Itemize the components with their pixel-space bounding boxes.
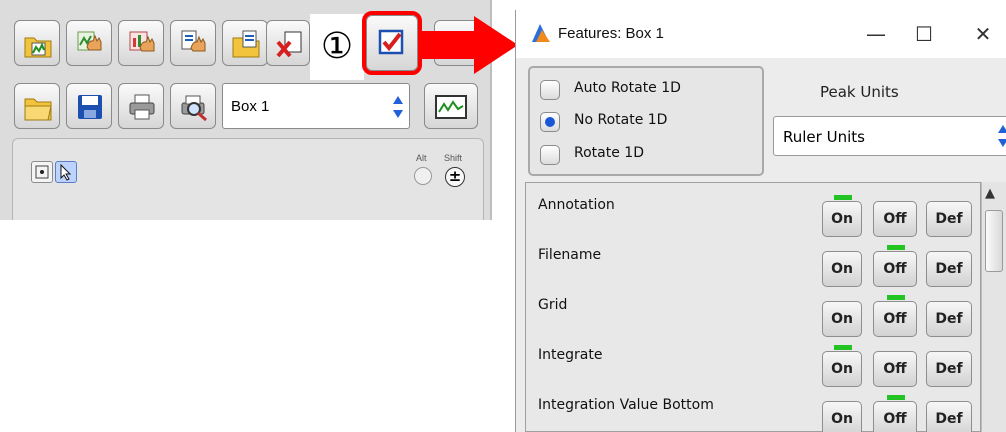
print-preview-button[interactable]	[170, 83, 216, 129]
state-indicator-led	[834, 195, 852, 200]
alt-label: Alt	[416, 153, 427, 163]
close-spectrum-icon	[276, 31, 302, 58]
feature-name: Filename	[538, 247, 602, 263]
on-button[interactable]: On	[822, 401, 862, 432]
feature-row-filename: Filename On Off Def	[526, 233, 982, 287]
state-indicator-led	[887, 395, 905, 400]
spectrum-view-button[interactable]	[424, 83, 478, 129]
def-button[interactable]: Def	[926, 351, 972, 387]
state-indicator-led	[887, 245, 905, 250]
radio-auto-rotate-label: Auto Rotate 1D	[574, 80, 681, 96]
dot-square-icon	[35, 165, 49, 179]
features-list: Annotation On Off Def Filename On Off Def Grid On…	[525, 182, 981, 432]
feature-row-grid: Grid On Off Def	[526, 283, 982, 337]
scroll-thumb[interactable]	[985, 210, 1003, 272]
def-button[interactable]: Def	[926, 401, 972, 432]
radio-auto-rotate[interactable]	[540, 80, 560, 100]
off-button[interactable]: Off	[873, 251, 917, 287]
radio-no-rotate[interactable]	[540, 112, 560, 132]
open-folder-icon	[24, 98, 52, 121]
on-button[interactable]: On	[822, 251, 862, 287]
state-indicator-led	[834, 345, 852, 350]
hand-multi-icon	[129, 31, 155, 52]
close-button[interactable]: ✕	[966, 18, 1000, 50]
radio-no-rotate-label: No Rotate 1D	[574, 112, 668, 128]
feature-row-annotation: Annotation On Off Def	[526, 183, 982, 237]
state-indicator-led	[887, 295, 905, 300]
off-button[interactable]: Off	[873, 201, 917, 237]
step-number-badge: ①	[310, 14, 364, 80]
spectrum-window-icon	[435, 95, 467, 119]
feature-name: Integration Value Bottom	[538, 397, 714, 413]
rotate-options-group: Auto Rotate 1D No Rotate 1D Rotate 1D	[528, 66, 764, 176]
on-button[interactable]: On	[822, 351, 862, 387]
save-disk-icon	[78, 95, 102, 119]
features-scrollbar[interactable]: ▲	[981, 182, 1006, 432]
radio-rotate-label: Rotate 1D	[574, 145, 644, 161]
highlight-box	[362, 11, 422, 75]
feature-name: Grid	[538, 297, 568, 313]
callout-arrow-icon	[418, 16, 518, 74]
off-button[interactable]: Off	[873, 401, 917, 432]
window-titlebar[interactable]: Features: Box 1 — ☐ ✕	[516, 10, 1006, 58]
save-button[interactable]	[66, 83, 112, 129]
open-folder-button[interactable]	[14, 83, 60, 129]
maximize-button[interactable]: ☐	[907, 18, 941, 50]
scroll-up-arrow-icon[interactable]: ▲	[985, 186, 995, 201]
print-icon	[129, 94, 155, 120]
shift-label: Shift	[444, 153, 463, 163]
peak-units-value: Ruler Units	[783, 128, 865, 146]
up-down-arrows-icon[interactable]	[996, 121, 1006, 151]
off-button[interactable]: Off	[873, 351, 917, 387]
on-button[interactable]: On	[822, 301, 862, 337]
features-window: Features: Box 1 — ☐ ✕ Auto Rotate 1D No …	[515, 10, 1006, 432]
peak-units-select[interactable]: Ruler Units	[773, 116, 1006, 156]
close-spectrum-button[interactable]	[266, 20, 310, 66]
select-point-button[interactable]	[31, 161, 53, 183]
print-preview-icon	[181, 95, 207, 122]
def-button[interactable]: Def	[926, 301, 972, 337]
minimize-button[interactable]: —	[859, 18, 893, 50]
box-select[interactable]: Box 1	[222, 83, 410, 129]
feature-row-integrate: Integrate On Off Def	[526, 333, 982, 387]
up-down-arrows-icon[interactable]	[391, 90, 405, 124]
hand-copy-icon	[181, 30, 206, 52]
open-spectrum-icon	[24, 37, 52, 58]
hand-pan-icon	[77, 31, 102, 51]
def-button[interactable]: Def	[926, 251, 972, 287]
pointer-mode-button[interactable]	[55, 161, 77, 183]
copy-pan-button[interactable]	[170, 20, 216, 66]
app-logo-icon	[532, 24, 550, 42]
radio-rotate[interactable]	[540, 145, 560, 165]
window-title: Features: Box 1	[558, 25, 664, 42]
on-button[interactable]: On	[822, 201, 862, 237]
feature-row-integration-value-bottom: Integration Value Bottom On Off Def	[526, 383, 982, 432]
feature-name: Annotation	[538, 197, 615, 213]
peak-units-label: Peak Units	[820, 83, 899, 101]
pan-button[interactable]	[66, 20, 112, 66]
shift-modifier-toggle[interactable]: ±	[445, 167, 465, 187]
off-button[interactable]: Off	[873, 301, 917, 337]
feature-name: Integrate	[538, 347, 603, 363]
pointer-cursor-icon	[60, 163, 72, 181]
def-button[interactable]: Def	[926, 201, 972, 237]
print-button[interactable]	[118, 83, 164, 129]
alt-modifier-toggle[interactable]	[414, 167, 432, 185]
open-document-button[interactable]	[222, 20, 268, 66]
mode-panel	[12, 138, 484, 220]
open-spectrum-button[interactable]	[14, 20, 60, 66]
multi-pan-button[interactable]	[118, 20, 164, 66]
box-select-value: Box 1	[231, 98, 270, 115]
open-folder-doc-icon	[232, 30, 260, 58]
